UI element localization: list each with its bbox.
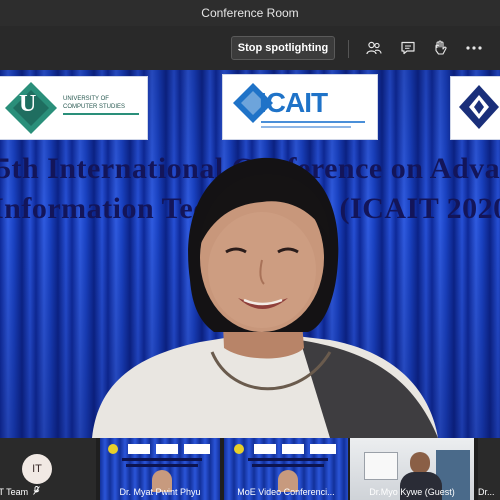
chat-icon[interactable] [398, 38, 418, 58]
participant-name: Dr... [478, 487, 495, 497]
meeting-toolbar: Stop spotlighting [0, 26, 500, 71]
participant-name: Dr.Myo Kywe (Guest) [369, 487, 455, 497]
window-title: Conference Room [201, 6, 299, 20]
spotlight-video: U UNIVERSITY OF COMPUTER STUDIES ICAIT 5… [0, 70, 500, 438]
participant-tile[interactable]: IT IT Team [0, 438, 96, 500]
window-titlebar: Conference Room [0, 0, 500, 26]
mic-muted-icon [32, 486, 40, 497]
raise-hand-icon[interactable] [430, 38, 450, 58]
participant-name: Dr. Myat Pwint Phyu [119, 487, 201, 497]
avatar: IT [22, 454, 52, 484]
more-options-icon[interactable] [464, 38, 484, 58]
participants-icon[interactable] [364, 38, 384, 58]
participant-tile[interactable]: Dr. Myat Pwint Phyu [100, 438, 220, 500]
speaker-video [92, 157, 438, 438]
toolbar-divider [348, 40, 349, 58]
participant-tile[interactable]: Dr.Myo Kywe (Guest) [350, 438, 474, 500]
participant-name: MoE Video Conferenci... [237, 487, 335, 497]
participant-name: IT Team [0, 487, 29, 497]
participant-tile[interactable]: MoE Video Conferenci... [224, 438, 348, 500]
participant-strip: IT IT Team Dr. Myat Pwint Phyu MoE [0, 438, 500, 500]
stop-spotlighting-button[interactable]: Stop spotlighting [231, 36, 335, 60]
participant-tile[interactable]: Dr... [478, 438, 500, 500]
